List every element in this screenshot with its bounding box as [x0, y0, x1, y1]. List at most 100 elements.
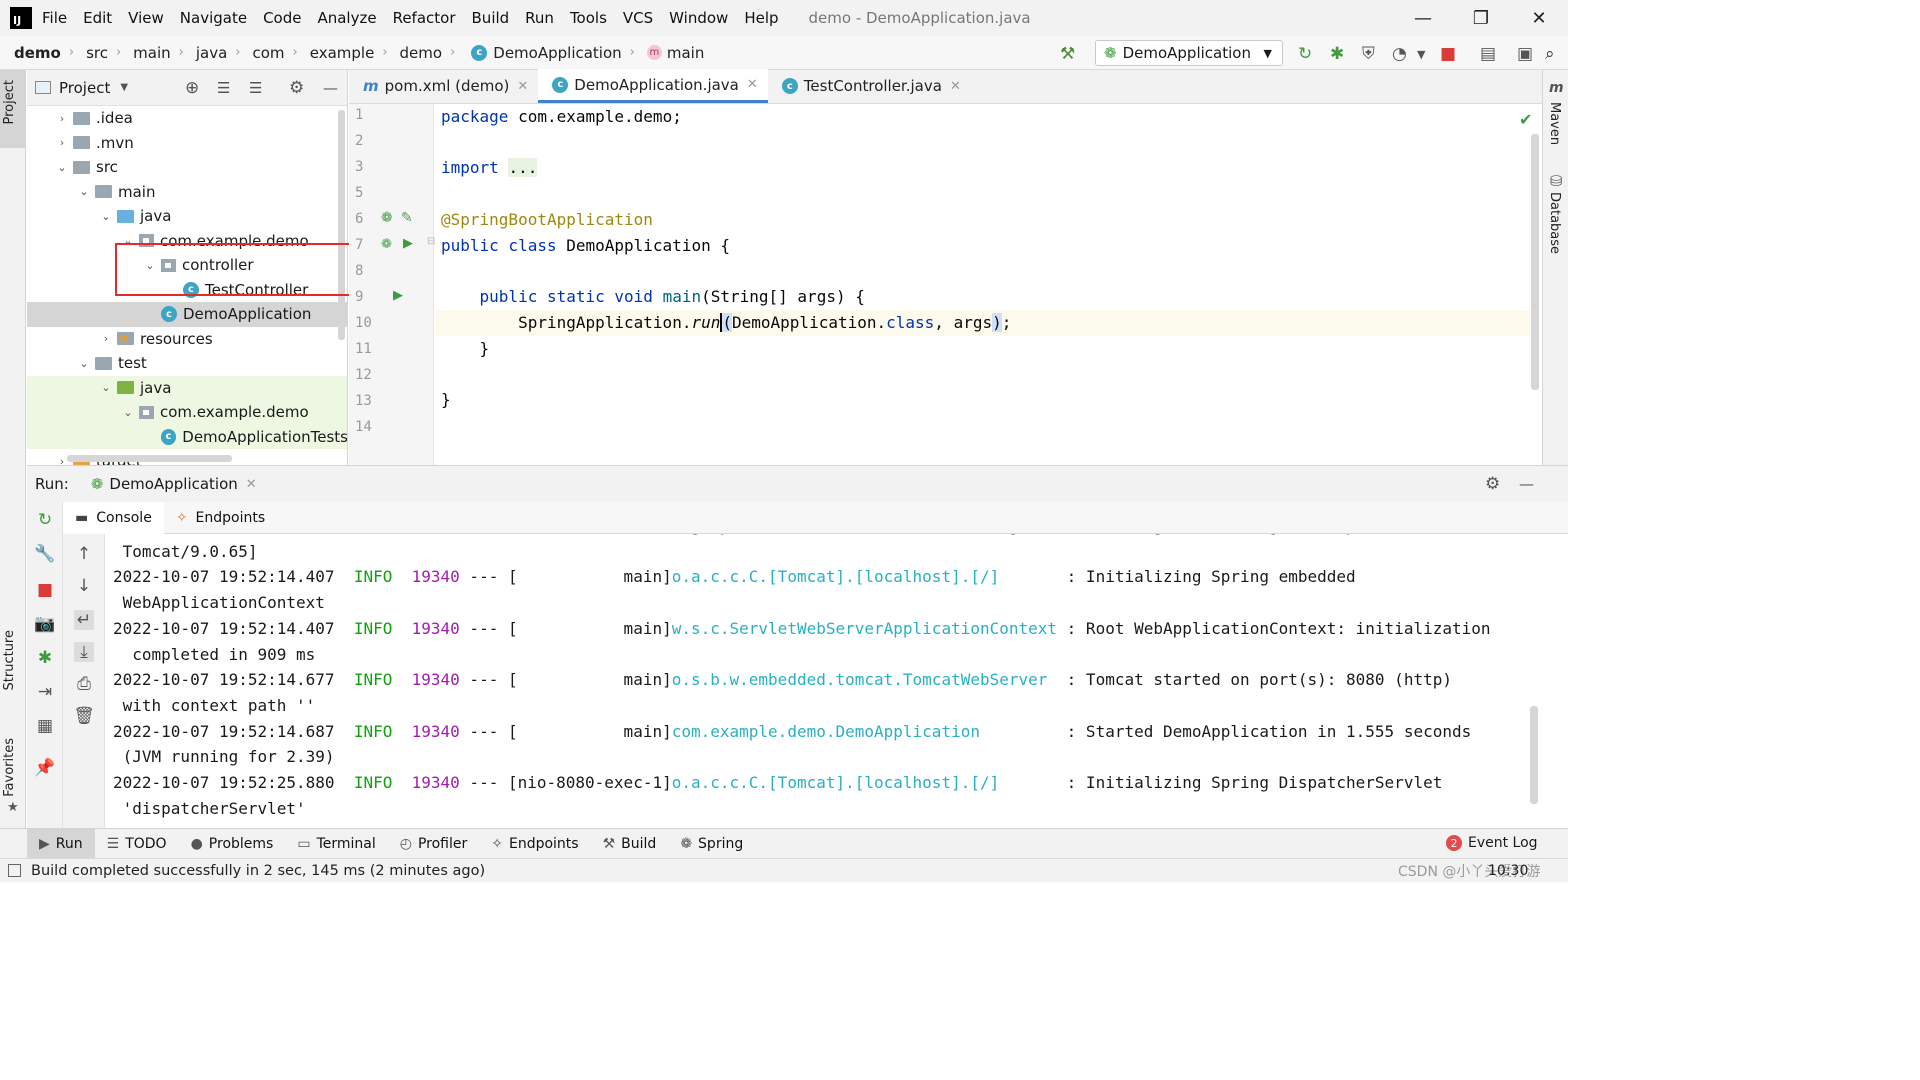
hide-panel-icon[interactable]: —	[323, 79, 338, 97]
console-output[interactable]: 2022-10-07 19:52:14.287 INFO 19340 --- […	[105, 534, 1535, 829]
menu-item-view[interactable]: View	[128, 9, 164, 27]
maximize-button[interactable]: ❐	[1452, 0, 1510, 36]
menu-item-run[interactable]: Run	[525, 9, 554, 27]
menu-item-tools[interactable]: Tools	[570, 9, 607, 27]
breadcrumb-item[interactable]: main ›	[133, 44, 192, 62]
tree-scrollbar[interactable]	[338, 110, 345, 340]
chevron-right-icon[interactable]: ›	[99, 332, 113, 345]
editor-tab[interactable]: c TestController.java ✕	[768, 69, 971, 103]
chevron-down-icon[interactable]: ⌄	[77, 185, 91, 198]
tree-item[interactable]: › resources	[27, 327, 347, 352]
wrench-icon[interactable]: 🔧	[34, 544, 55, 564]
print-icon[interactable]: ⎙	[74, 674, 94, 694]
menu-item-navigate[interactable]: Navigate	[180, 9, 247, 27]
breadcrumb-item[interactable]: com ›	[253, 44, 306, 62]
chevron-down-icon[interactable]: ⌄	[99, 210, 113, 223]
inspection-ok-icon[interactable]: ✔	[1519, 110, 1532, 129]
editor-tab[interactable]: c DemoApplication.java ✕	[538, 69, 768, 103]
database-tab-label[interactable]: Database	[1547, 192, 1562, 254]
profile-icon[interactable]: ◔	[1392, 44, 1407, 64]
bottom-tab-profiler[interactable]: ◴ Profiler	[388, 829, 480, 859]
editor-scrollbar[interactable]	[1531, 134, 1539, 390]
bottom-tab-todo[interactable]: ☰ TODO	[95, 829, 179, 859]
breadcrumb-item[interactable]: src ›	[86, 44, 129, 62]
pin-icon[interactable]: 📌	[34, 758, 55, 778]
chevron-right-icon[interactable]: ›	[55, 136, 69, 149]
hide-panel-icon[interactable]: —	[1519, 475, 1534, 493]
bottom-tab-build[interactable]: ⚒ Build	[591, 829, 669, 859]
locate-icon[interactable]: ⊕	[185, 78, 199, 98]
spring-bean-icon[interactable]: ❁	[381, 210, 393, 226]
menu-item-help[interactable]: Help	[744, 9, 778, 27]
menu-item-edit[interactable]: Edit	[83, 9, 112, 27]
spring-bean-icon[interactable]: ❁	[381, 237, 392, 252]
run-gutter-icon[interactable]: ▶	[403, 236, 413, 251]
event-log-button[interactable]: 2 Event Log	[1446, 835, 1538, 851]
tree-item[interactable]: ⌄ main	[27, 180, 347, 205]
chevron-right-icon[interactable]: ›	[55, 112, 69, 125]
chevron-down-icon[interactable]: ⌄	[55, 161, 69, 174]
down-arrow-icon[interactable]: ↓	[74, 576, 94, 596]
gear-icon[interactable]: ⚙	[289, 78, 304, 98]
breadcrumb-item[interactable]: java ›	[196, 44, 249, 62]
fold-icon[interactable]: ⊟	[427, 236, 435, 247]
chevron-down-icon[interactable]: ▼	[120, 82, 128, 93]
breadcrumb-item[interactable]: demo ›	[14, 44, 82, 62]
breadcrumb-item[interactable]: example ›	[310, 44, 396, 62]
favorites-tab-label[interactable]: Favorites	[2, 738, 17, 797]
project-structure-icon[interactable]: ▤	[1480, 44, 1496, 64]
chevron-down-icon[interactable]: ⌄	[121, 406, 135, 419]
menu-item-vcs[interactable]: VCS	[623, 9, 653, 27]
menu-item-file[interactable]: File	[42, 9, 67, 27]
menu-item-window[interactable]: Window	[669, 9, 728, 27]
tree-item[interactable]: ⌄ com.example.demo	[27, 400, 347, 425]
project-tool-tab[interactable]: Project	[0, 70, 26, 148]
up-arrow-icon[interactable]: ↑	[74, 544, 94, 564]
bottom-tab-run[interactable]: ▶ Run	[27, 828, 95, 859]
tree-item[interactable]: c DemoApplication	[27, 302, 347, 327]
menu-item-code[interactable]: Code	[263, 9, 301, 27]
trash-icon[interactable]: 🗑	[73, 706, 95, 726]
expand-all-icon[interactable]: ☰	[217, 79, 230, 97]
coverage-icon[interactable]: ⛨	[1362, 44, 1375, 64]
gear-icon[interactable]: ⚙	[1485, 474, 1500, 494]
structure-tab-label[interactable]: Structure	[2, 630, 17, 690]
editor-tab[interactable]: m pom.xml (demo) ✕	[353, 69, 538, 103]
window-layout-icon[interactable]: ▣	[1517, 44, 1533, 64]
exit-icon[interactable]: ⇥	[35, 682, 55, 702]
menu-item-analyze[interactable]: Analyze	[317, 9, 376, 27]
stop-icon[interactable]: ■	[1440, 44, 1456, 64]
run-config-selector[interactable]: ❁ DemoApplication ▼	[1095, 40, 1283, 66]
close-icon[interactable]: ✕	[517, 79, 528, 94]
run-config-tab[interactable]: DemoApplication	[109, 475, 237, 493]
more-run-chevron-icon[interactable]: ▼	[1417, 48, 1425, 61]
bottom-tab-endpoints[interactable]: ✧ Endpoints	[479, 829, 590, 859]
close-icon[interactable]: ✕	[246, 477, 257, 492]
tree-horizontal-scrollbar[interactable]	[67, 455, 232, 462]
camera-icon[interactable]: 📷	[34, 614, 55, 634]
tree-item[interactable]: ⌄ src	[27, 155, 347, 180]
close-icon[interactable]: ✕	[950, 79, 961, 94]
code-line-13[interactable]: }	[441, 390, 451, 409]
soft-wrap-icon[interactable]: ↵	[74, 610, 94, 630]
console-scrollbar[interactable]	[1530, 706, 1538, 804]
tree-item[interactable]: ⌄ java	[27, 204, 347, 229]
tree-item[interactable]: ⌄ test	[27, 351, 347, 376]
bottom-tab-terminal[interactable]: ▭ Terminal	[285, 829, 387, 859]
code-line-1[interactable]: package com.example.demo;	[441, 107, 682, 126]
stop-icon[interactable]: ■	[35, 580, 55, 600]
tree-item[interactable]: c DemoApplicationTests	[27, 424, 347, 449]
breadcrumb-item[interactable]: m main	[646, 44, 704, 62]
build-hammer-icon[interactable]: ⚒	[1060, 44, 1075, 64]
code-line-7[interactable]: public class DemoApplication {	[441, 236, 730, 255]
tree-item[interactable]: › .idea	[27, 106, 347, 131]
rerun-icon[interactable]: ↻	[1298, 44, 1312, 64]
breadcrumb-item[interactable]: c DemoApplication ›	[467, 44, 643, 62]
chevron-down-icon[interactable]: ⌄	[77, 357, 91, 370]
maven-tab-label[interactable]: Maven	[1547, 102, 1562, 145]
code-line-9[interactable]: public static void main(String[] args) {	[441, 287, 865, 306]
toggle-tool-windows-icon[interactable]	[8, 864, 21, 877]
close-icon[interactable]: ✕	[747, 77, 758, 92]
menu-item-refactor[interactable]: Refactor	[393, 9, 456, 27]
debug-icon[interactable]: ✱	[1330, 44, 1344, 64]
